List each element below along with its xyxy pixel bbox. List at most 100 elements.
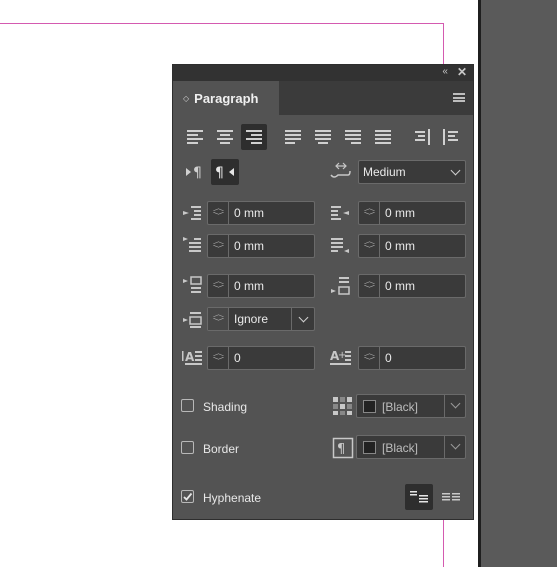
left-indent-field[interactable]: ︿ ﹀ 0 mm <box>207 201 315 225</box>
shading-color-select[interactable]: [Black] <box>356 394 466 418</box>
pasteboard <box>478 0 557 567</box>
drop-cap-lines-icon: A <box>182 350 202 365</box>
align-to-grid-value: Ignore <box>234 312 269 326</box>
align-left-icon <box>187 128 203 146</box>
paragraph-border-icon: ¶ <box>332 437 354 459</box>
drop-cap-lines-field[interactable]: ︿ ﹀ 0 <box>207 346 315 370</box>
last-line-indent-field[interactable]: ︿ ﹀ 0 mm <box>358 234 466 258</box>
last-line-indent-stepper[interactable]: ︿ ﹀ <box>359 235 380 257</box>
justify-left-button[interactable] <box>280 124 306 150</box>
justify-center-icon <box>315 128 331 146</box>
align-to-grid-icon <box>183 312 202 328</box>
svg-text:¶: ¶ <box>337 442 345 457</box>
checkmark-icon <box>183 492 193 501</box>
kashida-icon <box>330 162 351 178</box>
svg-text:¶: ¶ <box>193 165 202 180</box>
align-away-from-spine-button[interactable] <box>438 124 464 150</box>
chevron-down-icon <box>298 312 309 323</box>
kashida-select[interactable]: Medium <box>358 160 466 184</box>
tab-arrows-icon: ◇ <box>183 93 190 103</box>
right-indent-value: 0 mm <box>385 206 415 220</box>
justify-right-button[interactable] <box>340 124 366 150</box>
panel-titlebar[interactable]: ‹‹ ✕ <box>173 65 473 81</box>
border-color-select[interactable]: [Black] <box>356 435 466 459</box>
left-indent-value: 0 mm <box>234 206 264 220</box>
last-line-indent-value: 0 mm <box>385 239 415 253</box>
panel-title: Paragraph <box>194 90 259 106</box>
shading-color-swatch <box>363 400 376 413</box>
justify-right-icon <box>345 128 361 146</box>
right-indent-field[interactable]: ︿ ﹀ 0 mm <box>358 201 466 225</box>
drop-cap-characters-value: 0 <box>385 351 392 365</box>
margin-guide-top <box>0 23 444 24</box>
drop-cap-characters-icon: A+ <box>330 349 351 365</box>
first-line-indent-icon <box>183 237 201 252</box>
justify-all-button[interactable] <box>370 124 396 150</box>
align-toward-spine-button[interactable] <box>409 124 435 150</box>
svg-text:¶: ¶ <box>215 165 224 180</box>
align-to-grid-select[interactable]: ︿ ﹀ Ignore <box>207 307 315 331</box>
collapse-icon[interactable]: ‹‹ <box>442 66 448 77</box>
kashida-value: Medium <box>363 165 406 179</box>
tab-paragraph[interactable]: ◇ Paragraph <box>173 81 279 115</box>
hyphenate-checkbox[interactable] <box>181 490 194 503</box>
shading-color-value: [Black] <box>382 400 419 414</box>
border-label: Border <box>203 442 240 456</box>
span-columns-icon <box>442 493 460 501</box>
align-center-icon <box>217 128 233 146</box>
drop-cap-lines-stepper[interactable]: ︿ ﹀ <box>208 347 229 369</box>
space-after-icon <box>331 277 350 295</box>
space-before-icon <box>183 276 202 293</box>
panel-tabbar: ◇ Paragraph <box>173 81 473 115</box>
shading-checkbox[interactable] <box>181 399 194 412</box>
align-center-button[interactable] <box>212 124 238 150</box>
align-left-button[interactable] <box>182 124 208 150</box>
panel-menu-icon[interactable] <box>453 93 465 102</box>
span-columns-button[interactable] <box>438 484 464 510</box>
chevron-down-icon <box>450 165 461 176</box>
first-line-indent-stepper[interactable]: ︿ ﹀ <box>208 235 229 257</box>
justify-left-icon <box>285 128 301 146</box>
shading-pattern-icon <box>333 397 352 415</box>
align-to-grid-dropdown[interactable] <box>291 308 314 330</box>
align-right-button[interactable] <box>241 124 267 150</box>
right-indent-stepper[interactable]: ︿ ﹀ <box>359 202 380 224</box>
chevron-down-icon <box>450 398 461 409</box>
space-after-value: 0 mm <box>385 279 415 293</box>
space-before-value: 0 mm <box>234 279 264 293</box>
hyphenate-label: Hyphenate <box>203 491 262 505</box>
close-icon[interactable]: ✕ <box>457 65 467 79</box>
shading-color-dropdown[interactable] <box>444 395 465 417</box>
rtl-direction-button[interactable]: ¶ <box>211 159 239 185</box>
align-right-icon <box>246 128 262 146</box>
border-color-swatch <box>363 441 376 454</box>
left-indent-stepper[interactable]: ︿ ﹀ <box>208 202 229 224</box>
justify-all-icon <box>375 128 391 146</box>
space-before-field[interactable]: ︿ ﹀ 0 mm <box>207 274 315 298</box>
last-line-indent-icon <box>331 238 349 253</box>
first-line-indent-field[interactable]: ︿ ﹀ 0 mm <box>207 234 315 258</box>
justify-center-button[interactable] <box>310 124 336 150</box>
border-checkbox[interactable] <box>181 441 194 454</box>
space-after-stepper[interactable]: ︿ ﹀ <box>359 275 380 297</box>
right-indent-icon <box>331 206 349 220</box>
border-color-value: [Black] <box>382 441 419 455</box>
shading-label: Shading <box>203 400 248 414</box>
single-column-icon <box>410 491 428 503</box>
paragraph-panel: ‹‹ ✕ ◇ Paragraph ¶ ¶ Medium ︿ ﹀ 0 mm ︿ ﹀… <box>172 64 474 520</box>
adobe-paragraph-composer-button[interactable] <box>405 484 433 510</box>
drop-cap-characters-field[interactable]: ︿ ﹀ 0 <box>358 346 466 370</box>
align-toward-spine-icon <box>415 129 430 145</box>
ltr-direction-button[interactable]: ¶ <box>182 159 208 185</box>
left-indent-icon <box>183 206 201 220</box>
align-to-grid-stepper: ︿ ﹀ <box>208 308 229 330</box>
drop-cap-lines-value: 0 <box>234 351 241 365</box>
svg-text:A: A <box>185 350 195 364</box>
align-away-from-spine-icon <box>443 129 458 145</box>
border-color-dropdown[interactable] <box>444 436 465 458</box>
space-before-stepper[interactable]: ︿ ﹀ <box>208 275 229 297</box>
rtl-direction-icon: ¶ <box>215 165 234 180</box>
drop-cap-characters-stepper[interactable]: ︿ ﹀ <box>359 347 380 369</box>
space-after-field[interactable]: ︿ ﹀ 0 mm <box>358 274 466 298</box>
first-line-indent-value: 0 mm <box>234 239 264 253</box>
